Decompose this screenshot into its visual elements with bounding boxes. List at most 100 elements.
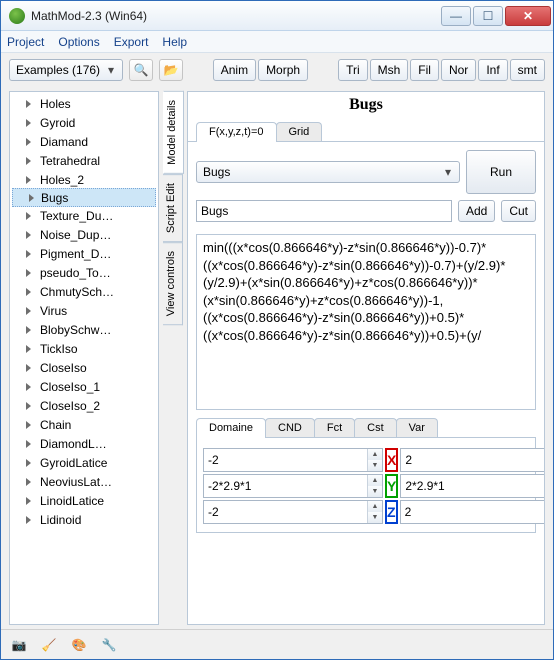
menu-export[interactable]: Export [114,35,149,49]
spin-down-icon[interactable]: ▼ [368,486,382,497]
tree-item-label: TickIso [40,342,78,356]
x-min-input[interactable] [204,449,367,471]
tri-button[interactable]: Tri [338,59,368,81]
tab-grid[interactable]: Grid [276,122,323,141]
y-min-spinner[interactable]: ▲▼ [203,474,383,498]
tree-item[interactable]: Texture_Du… [10,206,158,225]
tree-item-label: Texture_Du… [40,209,113,223]
examples-tree[interactable]: HolesGyroid Diamand Tetrahedral Holes_2 Bugs… [9,91,159,625]
tree-item[interactable]: CloseIso_2 [10,396,158,415]
expand-icon [26,212,31,220]
smt-button[interactable]: smt [510,59,545,81]
tree-item[interactable]: BlobySchw… [10,320,158,339]
statusbar: 📷 🧹 🎨 🔧 [1,629,553,659]
panel-title: Bugs [188,92,544,118]
screenshot-button[interactable]: 📷 [9,635,29,655]
tab-model-details[interactable]: Model details [163,91,184,174]
tree-item[interactable]: Chain [10,415,158,434]
tree-item-label: Diamand [40,135,88,149]
tree-item[interactable]: ChmutySch… [10,282,158,301]
tree-item[interactable]: pseudo_To… [10,263,158,282]
menu-options[interactable]: Options [58,35,99,49]
tree-item[interactable]: Lidinoid [10,510,158,529]
tree-item-label: LinoidLatice [40,494,104,508]
spin-up-icon[interactable]: ▲ [368,475,382,486]
z-min-spinner[interactable]: ▲▼ [203,500,383,524]
tree-item[interactable]: Pigment_D… [10,244,158,263]
menubar: Project Options Export Help [1,31,553,53]
morph-button[interactable]: Morph [258,59,308,81]
tree-item-label: ChmutySch… [40,285,114,299]
x-min-spinner[interactable]: ▲▼ [203,448,383,472]
nor-button[interactable]: Nor [441,59,476,81]
cut-button[interactable]: Cut [501,200,536,222]
spin-up-icon[interactable]: ▲ [368,501,382,512]
tree-item[interactable]: Virus [10,301,158,320]
run-button[interactable]: Run [466,150,536,194]
formula-text[interactable]: min(((x*cos(0.866646*y)-z*sin(0.866646*y… [196,234,536,410]
tool-a-button[interactable]: 🧹 [39,635,59,655]
maximize-button[interactable]: ☐ [473,6,503,26]
toolbar: Examples (176) ▾ 🔍 📂 Anim Morph Tri Msh … [1,53,553,87]
x-max-spinner[interactable]: ▲▼ [400,448,545,472]
tab-script-edit[interactable]: Script Edit [163,174,183,242]
anim-button[interactable]: Anim [213,59,256,81]
tree-item[interactable]: Diamand [10,132,158,151]
tree-item-label: Tetrahedral [40,154,100,168]
z-min-input[interactable] [204,501,367,523]
tab-domaine[interactable]: Domaine [196,418,266,438]
tab-cnd[interactable]: CND [265,418,315,437]
menu-help[interactable]: Help [162,35,187,49]
y-max-input[interactable] [401,475,545,497]
tree-item[interactable]: Bugs [12,188,156,207]
open-folder-button[interactable]: 📂 [159,59,183,81]
x-max-input[interactable] [401,449,545,471]
z-max-spinner[interactable]: ▲▼ [400,500,545,524]
tree-item[interactable]: GyroidLatice [10,453,158,472]
menu-project[interactable]: Project [7,35,44,49]
fil-button[interactable]: Fil [410,59,439,81]
tree-item-label: Virus [40,304,67,318]
expand-icon [26,402,31,410]
tool-b-button[interactable]: 🎨 [69,635,89,655]
tree-item[interactable]: Gyroid [10,113,158,132]
tree-item-label: CloseIso_1 [40,380,100,394]
tree-item[interactable]: LinoidLatice [10,491,158,510]
shape-select-value: Bugs [203,165,437,179]
tree-item[interactable]: CloseIso [10,358,158,377]
tree-item[interactable]: Holes [10,94,158,113]
inf-button[interactable]: Inf [478,59,507,81]
close-button[interactable]: ✕ [505,6,551,26]
search-button[interactable]: 🔍 [129,59,153,81]
msh-button[interactable]: Msh [370,59,409,81]
tab-fct[interactable]: Fct [314,418,355,437]
y-min-input[interactable] [204,475,367,497]
tree-item[interactable]: NeoviusLat… [10,472,158,491]
y-max-spinner[interactable]: ▲▼ [400,474,545,498]
add-button[interactable]: Add [458,200,495,222]
tab-var[interactable]: Var [396,418,438,437]
tree-item[interactable]: Tetrahedral [10,151,158,170]
tree-item[interactable]: TickIso [10,339,158,358]
tab-fxyz[interactable]: F(x,y,z,t)=0 [196,122,277,142]
tab-cst[interactable]: Cst [354,418,397,437]
spin-down-icon[interactable]: ▼ [368,512,382,523]
tree-item[interactable]: Holes_2 [10,170,158,189]
examples-combo[interactable]: Examples (176) ▾ [9,59,123,81]
tree-item-label: BlobySchw… [40,323,111,337]
shape-name-input[interactable] [196,200,452,222]
tree-item-label: Bugs [41,191,68,205]
expand-icon [29,194,34,202]
tab-view-controls[interactable]: View controls [163,242,183,325]
tree-item-label: Chain [40,418,71,432]
tree-item[interactable]: DiamondL… [10,434,158,453]
shape-select[interactable]: Bugs ▾ [196,161,460,183]
expand-icon [26,326,31,334]
tree-item[interactable]: CloseIso_1 [10,377,158,396]
spin-down-icon[interactable]: ▼ [368,460,382,471]
tool-c-button[interactable]: 🔧 [99,635,119,655]
z-max-input[interactable] [401,501,545,523]
spin-up-icon[interactable]: ▲ [368,449,382,460]
tree-item[interactable]: Noise_Dup… [10,225,158,244]
minimize-button[interactable]: — [441,6,471,26]
